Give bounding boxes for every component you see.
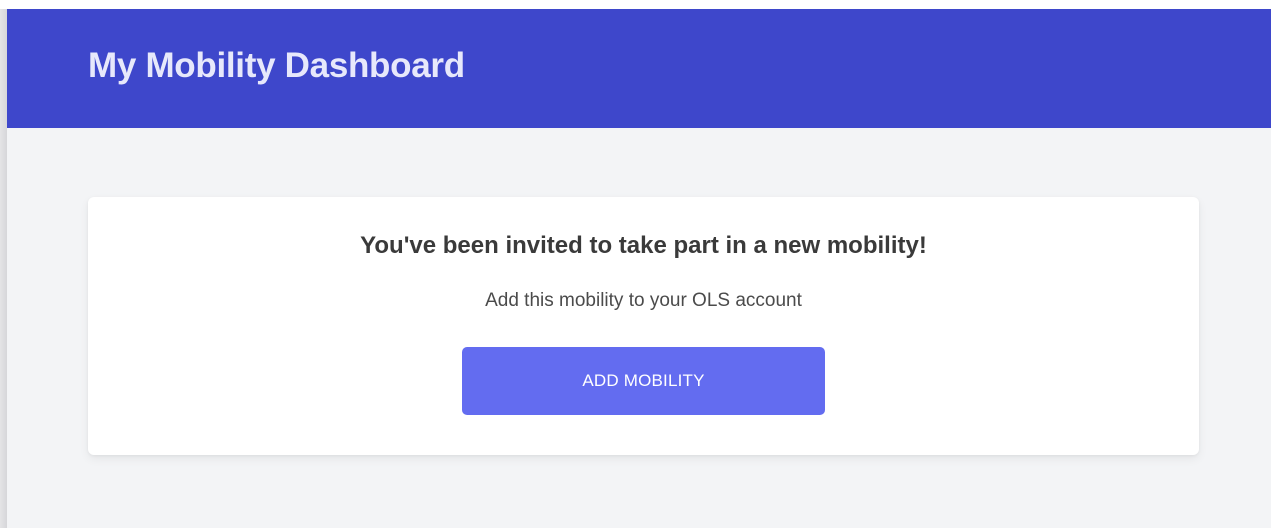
invite-heading: You've been invited to take part in a ne… — [360, 232, 927, 259]
app-window: My Mobility Dashboard You've been invite… — [0, 0, 1271, 528]
invite-card: You've been invited to take part in a ne… — [88, 197, 1199, 455]
top-edge — [0, 0, 1271, 9]
invite-subtext: Add this mobility to your OLS account — [485, 290, 802, 311]
page-title: My Mobility Dashboard — [88, 46, 465, 85]
dashboard-header: My Mobility Dashboard — [7, 9, 1271, 128]
left-edge — [0, 9, 7, 528]
main-content: You've been invited to take part in a ne… — [7, 128, 1271, 528]
add-mobility-button[interactable]: ADD MOBILITY — [462, 347, 825, 415]
